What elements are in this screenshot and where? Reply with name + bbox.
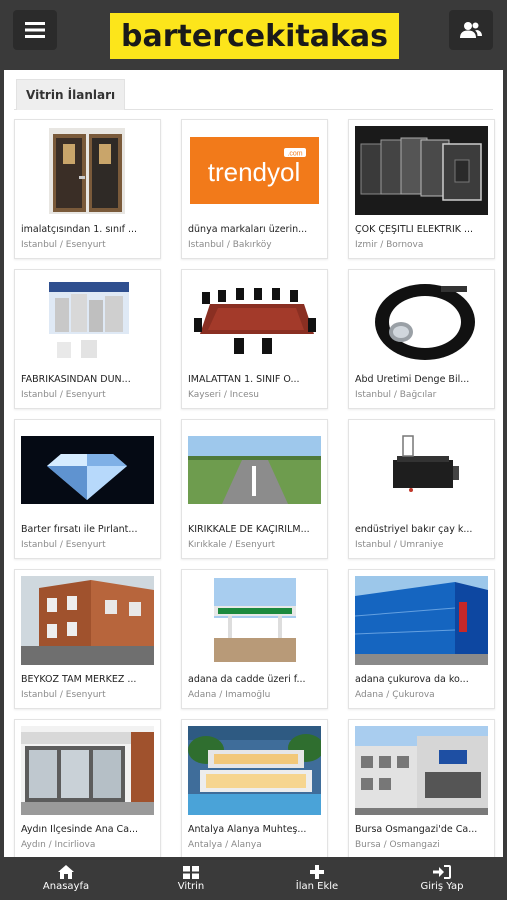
listing-card[interactable]: KIRIKKALE DE KAÇIRILM... Kırıkkale / Ese… — [181, 419, 328, 559]
nav-add-listing[interactable]: İlan Ekle — [257, 857, 377, 900]
nav-login-label: Giriş Yap — [420, 881, 464, 892]
listing-card[interactable]: adana çukurova da ko... Adana / Çukurova — [348, 569, 495, 709]
sign-in-icon — [433, 865, 451, 879]
trendyol-logo: trendyol .com — [188, 126, 321, 215]
listing-title: adana çukurova da ko... — [355, 674, 469, 685]
grid-icon — [183, 865, 199, 879]
listing-card[interactable]: Barter fırsatı ile Pırlant... İstanbul /… — [14, 419, 161, 559]
listing-location: Adana / Çukurova — [355, 690, 435, 700]
tab-vitrin-ilanlari[interactable]: Vitrin İlanları — [16, 79, 126, 110]
listing-image — [188, 726, 321, 815]
listing-title: Aydın İlçesinde Ana Ca... — [21, 824, 139, 835]
listing-image — [188, 426, 321, 515]
nav-add-listing-label: İlan Ekle — [295, 881, 339, 892]
listing-title: FABRİKASINDAN DÜN... — [21, 374, 131, 385]
user-account-button[interactable] — [449, 10, 493, 50]
listing-image: trendyol .com — [188, 126, 321, 215]
nav-vitrin[interactable]: Vitrin — [131, 857, 251, 900]
nav-home-label: Anasayfa — [42, 881, 90, 892]
listing-location: Bursa / Osmangazi — [355, 840, 440, 850]
listing-title: imalatçısından 1. sınıf ... — [21, 224, 138, 235]
listing-image — [21, 576, 154, 665]
listing-location: İstanbul / Ümraniye — [355, 540, 444, 550]
listing-location: Aydın / İncirliova — [21, 840, 96, 850]
listing-card[interactable]: İMALATTAN 1. SINIF O... Kayseri / İncesu — [181, 269, 328, 409]
listing-location: İstanbul / Bağcılar — [355, 390, 437, 400]
nav-vitrin-label: Vitrin — [177, 880, 205, 892]
listing-image — [355, 126, 488, 215]
trendyol-text: trendyol — [208, 157, 301, 187]
listing-card[interactable]: Aydın İlçesinde Ana Ca... Aydın / İncirl… — [14, 719, 161, 857]
listing-image — [188, 276, 321, 365]
listing-title: Barter fırsatı ile Pırlant... — [21, 524, 138, 535]
listing-card[interactable]: ÇOK ÇEŞİTLİ ELEKTRİK ... İzmir / Bornova — [348, 119, 495, 259]
listing-location: İzmir / Bornova — [355, 240, 424, 250]
listing-location: İstanbul / Esenyurt — [21, 690, 106, 700]
listing-title: ÇOK ÇEŞİTLİ ELEKTRİK ... — [355, 224, 474, 235]
listing-location: İstanbul / Esenyurt — [21, 240, 106, 250]
nav-login[interactable]: Giriş Yap — [382, 857, 502, 900]
listing-location: İstanbul / Esenyurt — [21, 390, 106, 400]
listing-location: İstanbul / Bakırköy — [188, 240, 272, 250]
hamburger-icon — [25, 22, 45, 38]
listing-title: Abd Üretimi Denge Bil... — [355, 374, 470, 385]
menu-button[interactable] — [13, 10, 57, 50]
listing-image — [355, 726, 488, 815]
tab-label: Vitrin İlanları — [26, 88, 116, 102]
listing-image — [355, 276, 488, 365]
plus-icon — [310, 865, 324, 879]
listing-title: İMALATTAN 1. SINIF O... — [188, 374, 300, 385]
listing-location: Antalya / Alanya — [188, 840, 262, 850]
listing-card[interactable]: Antalya Alanya Muhteş... Antalya / Alany… — [181, 719, 328, 857]
bottom-navbar: Anasayfa Vitrin İlan Ekle Giriş Yap — [0, 857, 507, 900]
listing-image — [21, 276, 154, 365]
home-icon — [58, 865, 74, 879]
top-navbar: bartercekitakas — [0, 0, 507, 70]
listing-title: KIRIKKALE DE KAÇIRILM... — [188, 524, 310, 535]
listing-card[interactable]: Bursa Osmangazi'de Ca... Bursa / Osmanga… — [348, 719, 495, 857]
listing-location: Kırıkkale / Esenyurt — [188, 540, 276, 550]
users-icon — [460, 22, 482, 38]
listing-title: dünya markaları üzerin... — [188, 224, 308, 235]
listing-image — [355, 576, 488, 665]
logo-text: bartercekitakas — [121, 18, 388, 54]
listing-image — [21, 726, 154, 815]
listing-card[interactable]: trendyol .com dünya markaları üzerin... … — [181, 119, 328, 259]
listing-image — [355, 426, 488, 515]
trendyol-badge: .com — [287, 151, 302, 158]
listing-card[interactable]: BEYKOZ TAM MERKEZ ... İstanbul / Esenyur… — [14, 569, 161, 709]
listing-location: İstanbul / Esenyurt — [21, 540, 106, 550]
listing-title: adana da cadde üzeri f... — [188, 674, 306, 685]
listing-title: Antalya Alanya Muhteş... — [188, 824, 307, 835]
listing-card[interactable]: FABRİKASINDAN DÜN... İstanbul / Esenyurt — [14, 269, 161, 409]
main-content: Vitrin İlanları imalatçısından 1. sınıf — [4, 70, 503, 857]
site-logo[interactable]: bartercekitakas — [110, 13, 399, 59]
listing-image — [188, 576, 321, 665]
listing-card[interactable]: imalatçısından 1. sınıf ... İstanbul / E… — [14, 119, 161, 259]
listing-card[interactable]: adana da cadde üzeri f... Adana / İmamoğ… — [181, 569, 328, 709]
listing-title: BEYKOZ TAM MERKEZ ... — [21, 674, 137, 685]
listing-card[interactable]: endüstriyel bakır çay k... İstanbul / Üm… — [348, 419, 495, 559]
tab-bar: Vitrin İlanları — [14, 79, 493, 110]
nav-home[interactable]: Anasayfa — [6, 857, 126, 900]
listing-image — [21, 426, 154, 515]
listing-title: endüstriyel bakır çay k... — [355, 524, 473, 535]
listing-title: Bursa Osmangazi'de Ca... — [355, 824, 478, 835]
listing-location: Adana / İmamoğlu — [188, 690, 271, 700]
listing-location: Kayseri / İncesu — [188, 390, 260, 400]
listing-card[interactable]: Abd Üretimi Denge Bil... İstanbul / Bağc… — [348, 269, 495, 409]
listing-image — [21, 126, 154, 215]
